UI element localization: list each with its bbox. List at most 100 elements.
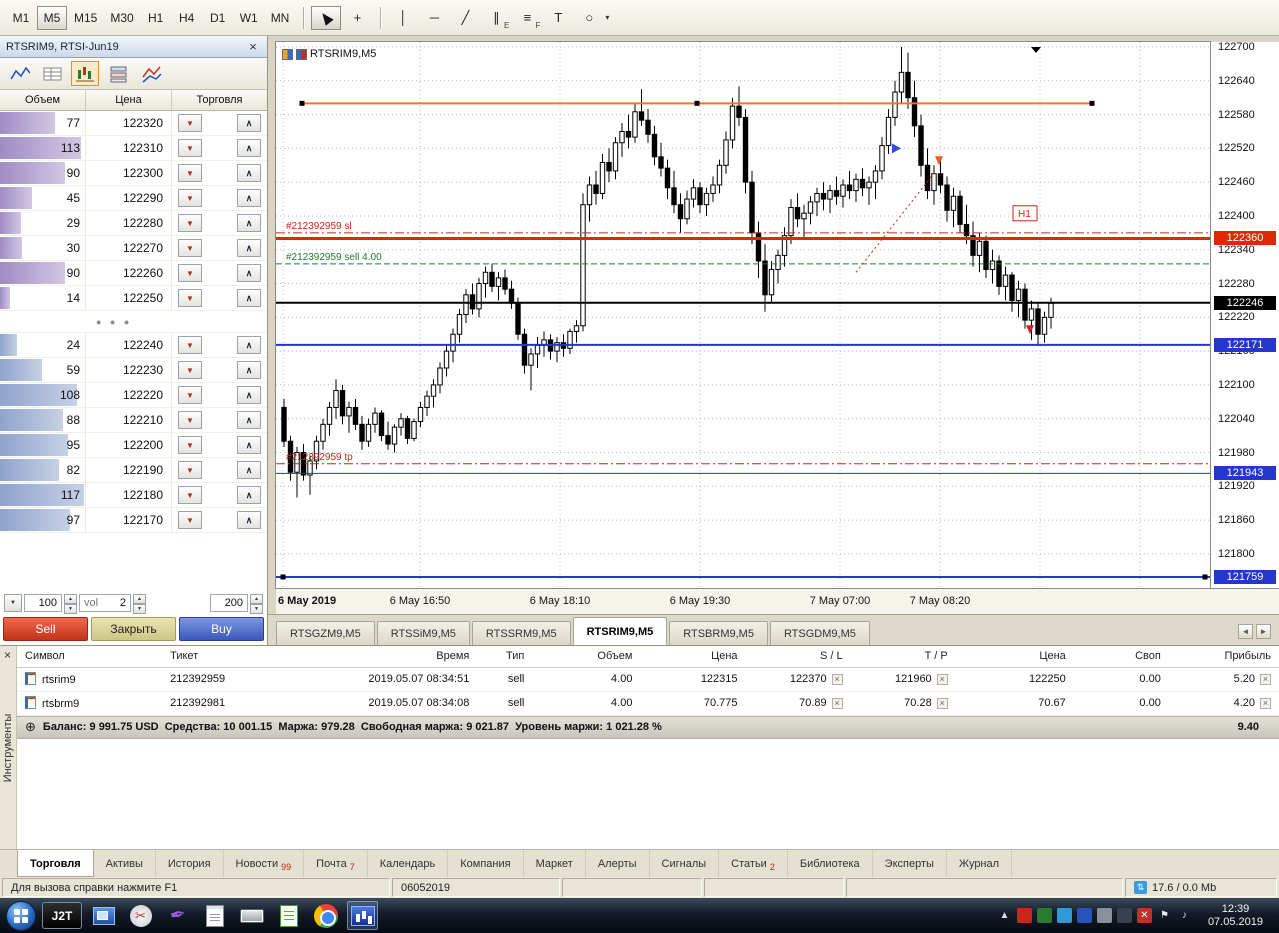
chart-mini-icon[interactable]: [282, 48, 293, 60]
position-row[interactable]: rtsbrm9 212392981 2019.05.07 08:34:08 sell 4…: [17, 691, 1279, 716]
shapes-tool[interactable]: ○: [574, 6, 604, 30]
order-dropdown-button[interactable]: ▼: [178, 164, 202, 182]
column-header[interactable]: Цена: [640, 646, 746, 668]
column-header[interactable]: Объем: [532, 646, 641, 668]
order-dropdown-button[interactable]: ▼: [178, 336, 202, 354]
order-dropdown-button[interactable]: ▼: [178, 361, 202, 379]
tray-icon-green[interactable]: [1036, 908, 1052, 923]
column-header[interactable]: Своп: [1073, 646, 1169, 668]
taskbar-screens-icon[interactable]: [88, 901, 119, 930]
chart-tab-rtssrm9[interactable]: RTSSRM9,M5: [471, 621, 571, 645]
dom-view-icon[interactable]: [104, 61, 132, 86]
dom-price-cell[interactable]: 122250: [86, 286, 172, 310]
dom-price-cell[interactable]: 122210: [86, 408, 172, 432]
taskbar-notepad-icon[interactable]: [199, 901, 230, 930]
chart-view-icon[interactable]: [71, 61, 99, 86]
dom-price-cell[interactable]: 122260: [86, 261, 172, 285]
order-up-button[interactable]: ∧: [237, 164, 261, 182]
timeframe-m15[interactable]: M15: [68, 6, 103, 30]
order-dropdown-button[interactable]: ▼: [178, 436, 202, 454]
order-up-button[interactable]: ∧: [237, 486, 261, 504]
order-up-button[interactable]: ∧: [237, 214, 261, 232]
timeframe-w1[interactable]: W1: [234, 6, 264, 30]
tab-experts[interactable]: Эксперты: [873, 850, 947, 877]
dom-price-cell[interactable]: 122310: [86, 136, 172, 160]
order-dropdown-button[interactable]: ▼: [178, 214, 202, 232]
timeframe-m1[interactable]: M1: [6, 6, 36, 30]
column-header[interactable]: Время: [277, 646, 478, 668]
alert-icon[interactable]: ✕: [1136, 908, 1152, 923]
volume-input[interactable]: vol 2: [79, 594, 131, 612]
sell-button[interactable]: Sell: [3, 617, 88, 641]
close-icon[interactable]: ×: [245, 39, 261, 54]
chart-tab-rtsgzm9[interactable]: RTSGZM9,M5: [276, 621, 375, 645]
taskbar-j2t-button[interactable]: J2T: [42, 902, 82, 929]
close-icon[interactable]: ×: [4, 648, 11, 662]
order-dropdown-button[interactable]: ▼: [178, 461, 202, 479]
tab-articles[interactable]: Статьи 2: [719, 850, 788, 877]
order-up-button[interactable]: ∧: [237, 511, 261, 529]
order-dropdown-button[interactable]: ▼: [178, 289, 202, 307]
dom-price-cell[interactable]: 122280: [86, 211, 172, 235]
dom-price-cell[interactable]: 122200: [86, 433, 172, 457]
chart-tab-rtssim9[interactable]: RTSSiM9,M5: [376, 621, 470, 645]
taskbar-snipping-tool-icon[interactable]: [125, 901, 156, 930]
order-dropdown-button[interactable]: ▼: [178, 239, 202, 257]
start-button[interactable]: [6, 900, 36, 931]
dom-price-cell[interactable]: 122300: [86, 161, 172, 185]
horizontal-line-tool[interactable]: ─: [419, 6, 449, 30]
tray-icon-blue[interactable]: [1076, 908, 1092, 923]
chart-tab-rtsbrm9[interactable]: RTSBRM9,M5: [669, 621, 768, 645]
crosshair-tool[interactable]: +: [342, 6, 372, 30]
dom-price-cell[interactable]: 122190: [86, 458, 172, 482]
table-view-icon[interactable]: [38, 61, 66, 86]
column-trade[interactable]: Торговля: [172, 90, 267, 110]
time-axis[interactable]: 6 May 2019 6 May 16:50 6 May 18:10 6 May 19…: [276, 588, 1279, 614]
timeframe-h4[interactable]: H4: [172, 6, 202, 30]
chart-tab-rtsrim9[interactable]: RTSRIM9,M5: [572, 617, 668, 645]
taskbar-terminal-icon[interactable]: [347, 901, 378, 930]
order-up-button[interactable]: ∧: [237, 139, 261, 157]
timeframe-d1[interactable]: D1: [203, 6, 233, 30]
chart-canvas[interactable]: #212392959 sl #212392959 sell 4.00 #212392…: [276, 42, 1210, 588]
taskbar-clock[interactable]: 12:39 07.05.2019: [1198, 903, 1273, 929]
order-dropdown-button[interactable]: ▼: [178, 411, 202, 429]
close-position-button[interactable]: Закрыть: [91, 617, 176, 641]
equidistant-channel-tool[interactable]: ∥ E: [481, 6, 511, 30]
tab-news[interactable]: Новости 99: [224, 850, 305, 877]
scroll-right-icon[interactable]: ►: [1256, 624, 1271, 639]
dom-price-cell[interactable]: 122220: [86, 383, 172, 407]
chart-mini-icon[interactable]: [296, 48, 307, 60]
order-dropdown-button[interactable]: ▼: [178, 511, 202, 529]
order-up-button[interactable]: ∧: [237, 386, 261, 404]
tray-icon-dark[interactable]: [1116, 908, 1132, 923]
order-dropdown-button[interactable]: ▼: [178, 264, 202, 282]
order-up-button[interactable]: ∧: [237, 289, 261, 307]
orders-icon[interactable]: [137, 61, 165, 86]
dropdown-arrow-icon[interactable]: ▾: [605, 13, 609, 22]
hidden-icons-arrow[interactable]: ▲: [997, 908, 1012, 923]
column-header[interactable]: Тикет: [162, 646, 278, 668]
tab-alerts[interactable]: Алерты: [586, 850, 650, 877]
tab-signals[interactable]: Сигналы: [650, 850, 720, 877]
tray-icon-gray[interactable]: [1096, 908, 1112, 923]
vertical-line-tool[interactable]: │: [388, 6, 418, 30]
close-icon[interactable]: ×: [936, 698, 948, 709]
tab-company[interactable]: Компания: [448, 850, 524, 877]
taskbar-notes-icon[interactable]: [273, 901, 304, 930]
flag-icon[interactable]: ⚑: [1157, 908, 1172, 923]
tab-history[interactable]: История: [156, 850, 224, 877]
column-header[interactable]: T / P: [850, 646, 956, 668]
order-dropdown-button[interactable]: ▼: [178, 486, 202, 504]
order-up-button[interactable]: ∧: [237, 436, 261, 454]
close-icon[interactable]: ×: [831, 698, 843, 709]
order-dropdown-button[interactable]: ▼: [178, 189, 202, 207]
taskbar-keyboard-icon[interactable]: [236, 901, 267, 930]
order-up-button[interactable]: ∧: [237, 114, 261, 132]
lot-input[interactable]: 200: [210, 594, 248, 612]
tray-icon-red[interactable]: [1016, 908, 1032, 923]
tab-journal[interactable]: Журнал: [947, 850, 1013, 877]
tab-mail[interactable]: Почта 7: [304, 850, 368, 877]
order-dropdown-button[interactable]: ▼: [178, 114, 202, 132]
tab-market[interactable]: Маркет: [524, 850, 586, 877]
